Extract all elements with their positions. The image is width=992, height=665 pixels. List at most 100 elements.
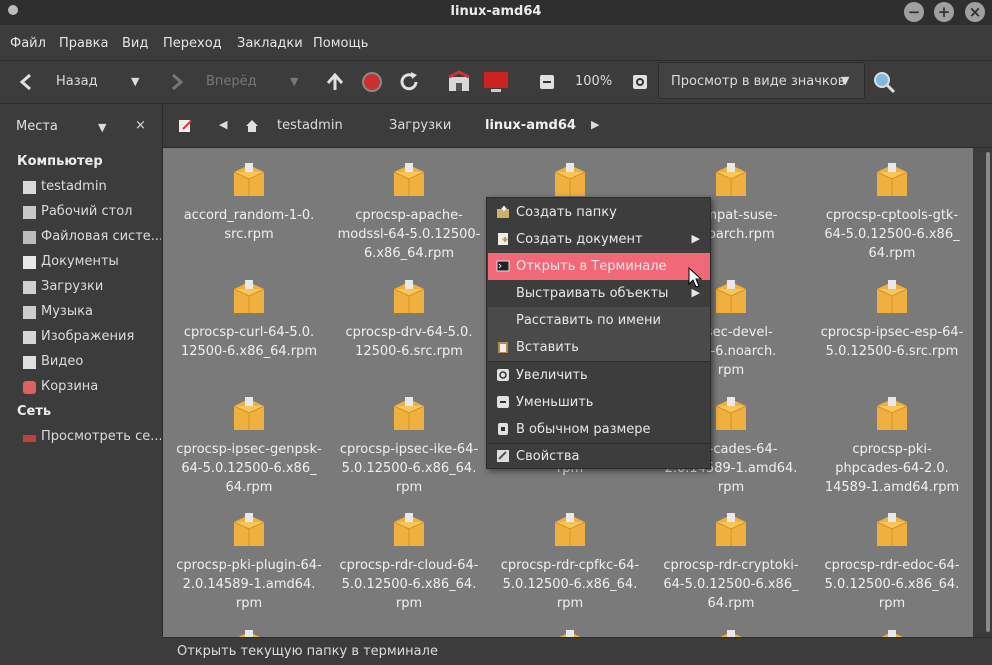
package-icon[interactable] <box>232 627 266 637</box>
file-item[interactable]: cprocsp-drv-64-5.0. 12500-6.src.rpm <box>334 323 484 361</box>
back-arrow-icon[interactable] <box>14 69 40 95</box>
zoom-in-icon <box>497 369 509 381</box>
file-name-line: 12500-6.src.rpm <box>355 344 463 359</box>
desktop-icon <box>23 206 36 219</box>
package-icon[interactable] <box>714 277 748 317</box>
file-item[interactable]: cprocsp-cptools-gtk- 64-5.0.12500-6.x86_ 6… <box>817 206 967 263</box>
file-item[interactable]: cprocsp-curl-64-5.0. 12500-6.x86_64.rpm <box>174 323 324 361</box>
package-icon[interactable] <box>392 394 426 434</box>
back-history-chevron-icon[interactable]: ▼ <box>131 75 139 88</box>
sidebar-item-desktop[interactable]: Рабочий стол <box>21 203 161 223</box>
package-icon[interactable] <box>232 510 266 550</box>
package-icon[interactable] <box>553 510 587 550</box>
menu-view[interactable]: Вид <box>122 36 148 51</box>
places-chevron-icon[interactable]: ▼ <box>98 121 106 134</box>
file-name-line: cprocsp-ipsec-genpsk- <box>176 442 322 457</box>
new-document-icon <box>498 233 508 245</box>
up-arrow-icon[interactable] <box>322 69 348 95</box>
package-icon[interactable] <box>875 510 909 550</box>
back-button[interactable]: Назад <box>56 74 98 89</box>
file-item[interactable]: cprocsp-rdr-cryptoki- 64-5.0.12500-6.x86_… <box>656 556 806 613</box>
package-icon[interactable] <box>714 394 748 434</box>
menu-bookmarks[interactable]: Закладки <box>237 36 303 51</box>
menu-arrange-items[interactable]: Выстраивать объекты ▶ <box>488 280 710 307</box>
menu-normal-size[interactable]: В обычном размере <box>488 416 710 443</box>
menu-paste[interactable]: Вставить <box>488 334 710 361</box>
package-icon[interactable] <box>875 277 909 317</box>
menu-zoom-in[interactable]: Увеличить <box>488 362 710 389</box>
minimize-button[interactable]: − <box>904 2 924 22</box>
computer-icon[interactable] <box>483 69 509 95</box>
menu-go[interactable]: Переход <box>163 36 222 51</box>
sidebar-item-videos[interactable]: Видео <box>21 353 161 373</box>
file-item[interactable]: accord_random-1-0. src.rpm <box>174 206 324 244</box>
path-right-arrow-icon[interactable]: ▶ <box>591 118 599 131</box>
sidebar-item-network[interactable]: Просмотреть се... <box>21 428 161 448</box>
sidebar-item-documents[interactable]: Документы <box>21 253 161 273</box>
menu-properties[interactable]: Свойства <box>488 443 710 470</box>
package-icon[interactable] <box>714 510 748 550</box>
menu-edit[interactable]: Правка <box>59 36 108 51</box>
menu-create-folder[interactable]: Создать папку <box>488 199 710 226</box>
file-name-line: src.rpm <box>224 227 274 242</box>
file-item[interactable]: cprocsp-rdr-cpfkc-64- 5.0.12500-6.x86_64.… <box>495 556 645 613</box>
package-icon[interactable] <box>553 627 587 637</box>
file-name-line: 64.rpm <box>868 246 916 261</box>
package-icon[interactable] <box>392 510 426 550</box>
file-name-line: rpm <box>395 480 423 495</box>
reload-icon[interactable] <box>396 69 422 95</box>
package-icon[interactable] <box>232 277 266 317</box>
package-icon[interactable] <box>232 160 266 200</box>
scrollbar-thumb[interactable] <box>986 152 990 632</box>
sidebar-item-trash[interactable]: Корзина <box>21 378 161 398</box>
file-item[interactable]: cprocsp-pki-phpcades-64-2.0. 14589-1.amd6… <box>817 440 967 497</box>
sidebar-item-home[interactable]: testadmin <box>21 178 161 198</box>
search-icon[interactable] <box>871 69 897 95</box>
package-icon[interactable] <box>553 160 587 200</box>
stop-icon[interactable] <box>359 69 385 95</box>
file-item[interactable]: cprocsp-ipsec-esp-64- 5.0.12500-6.src.rpm <box>817 323 967 361</box>
package-icon[interactable] <box>875 160 909 200</box>
close-sidebar-icon[interactable]: × <box>135 118 146 133</box>
menu-arrange-by-name[interactable]: Расставить по имени <box>488 307 710 334</box>
package-icon[interactable] <box>714 627 748 637</box>
menu-zoom-out[interactable]: Уменьшить <box>488 389 710 416</box>
path-segment-downloads[interactable]: Загрузки <box>389 118 451 133</box>
file-item[interactable]: cprocsp-rdr-cloud-64- 5.0.12500-6.x86_64.… <box>334 556 484 613</box>
view-mode-label: Просмотр в виде значков <box>671 74 846 89</box>
edit-path-icon[interactable] <box>178 118 193 133</box>
package-icon[interactable] <box>714 160 748 200</box>
file-item[interactable]: cprocsp-ipsec-genpsk- 64-5.0.12500-6.x86_… <box>174 440 324 497</box>
maximize-button[interactable]: + <box>934 2 954 22</box>
package-icon[interactable] <box>392 277 426 317</box>
file-name-line: 14589-1.amd64.rpm <box>824 480 960 495</box>
package-icon[interactable] <box>875 627 909 637</box>
path-segment-home[interactable]: testadmin <box>277 118 343 133</box>
menu-open-terminal[interactable]: Открыть в Терминале <box>488 253 710 280</box>
menu-create-document[interactable]: Создать документ ▶ <box>488 226 710 253</box>
sidebar-item-pictures[interactable]: Изображения <box>21 328 161 348</box>
sidebar-item-filesystem[interactable]: Файловая систе... <box>21 228 161 248</box>
path-segment-current[interactable]: linux-amd64 <box>485 118 576 133</box>
file-name-line: 5.0.12500-6.x86_64. <box>502 577 638 592</box>
close-button[interactable]: × <box>965 2 985 22</box>
menu-file[interactable]: Файл <box>10 36 46 51</box>
file-item[interactable]: cprocsp-ipsec-ike-64- 5.0.12500-6.x86_64.… <box>334 440 484 497</box>
home-icon[interactable] <box>446 69 472 95</box>
file-item[interactable]: cprocsp-apache-modssl-64-5.0.12500- 6.x86… <box>334 206 484 263</box>
forward-button: Вперёд <box>206 74 257 89</box>
path-left-arrow-icon[interactable]: ◀ <box>219 118 227 131</box>
sidebar-item-downloads[interactable]: Загрузки <box>21 278 161 298</box>
file-name-line: 64.rpm <box>225 480 273 495</box>
package-icon[interactable] <box>875 394 909 434</box>
path-home-icon[interactable] <box>245 119 259 133</box>
zoom-out-icon[interactable] <box>534 69 560 95</box>
file-item[interactable]: cprocsp-pki-plugin-64- 2.0.14589-1.amd64.… <box>174 556 324 613</box>
package-icon[interactable] <box>232 394 266 434</box>
menu-help[interactable]: Помощь <box>313 36 368 51</box>
package-icon[interactable] <box>392 160 426 200</box>
view-mode-select[interactable]: Просмотр в виде значков ▼ <box>658 62 865 99</box>
zoom-in-icon[interactable] <box>627 69 653 95</box>
file-item[interactable]: cprocsp-rdr-edoc-64- 5.0.12500-6.x86_64. r… <box>817 556 967 613</box>
sidebar-item-music[interactable]: Музыка <box>21 303 161 323</box>
